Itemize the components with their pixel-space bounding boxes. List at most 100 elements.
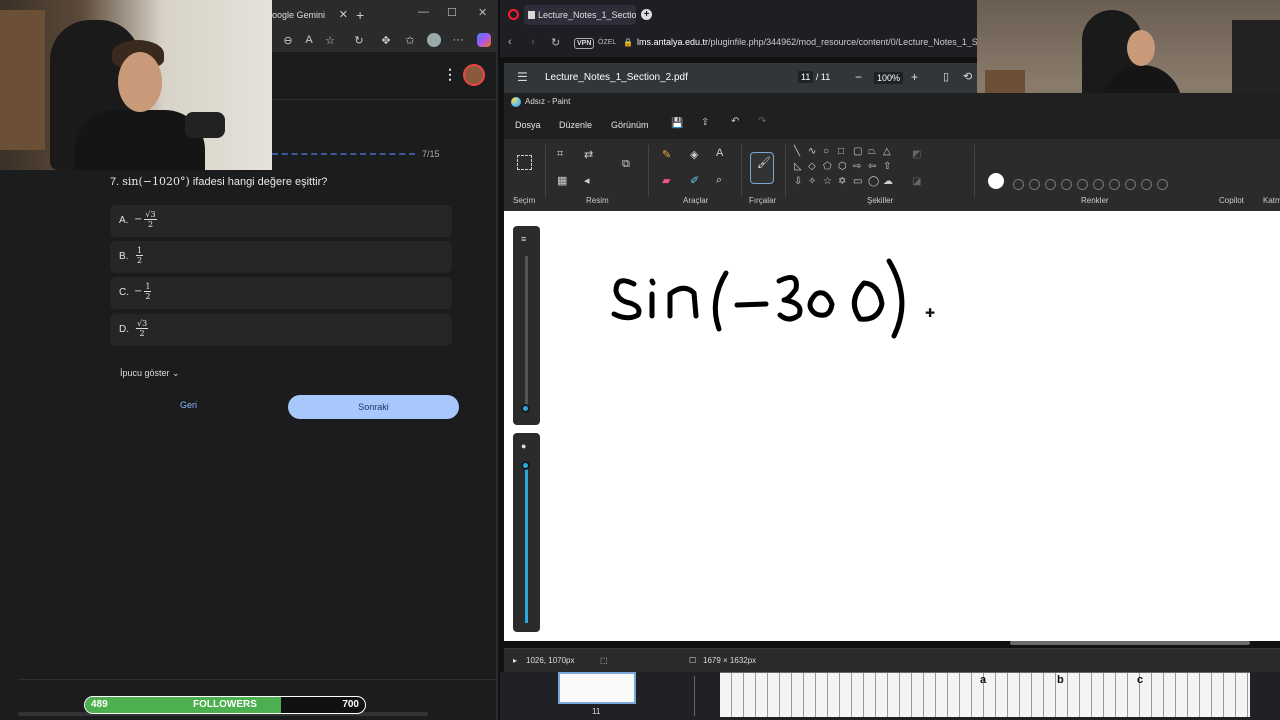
custom-color-slot[interactable]	[1013, 179, 1024, 190]
custom-color-slot[interactable]	[1157, 179, 1168, 190]
show-hint-button[interactable]: İpucu göster ⌄	[120, 368, 180, 379]
shape-down-arrow-icon[interactable]: ⇩	[794, 176, 802, 187]
brushes-button[interactable]: 🖌	[750, 152, 774, 184]
shape-triangle-icon[interactable]: △	[883, 146, 891, 157]
fill-icon[interactable]: ◪	[912, 176, 921, 187]
shape-diamond-icon[interactable]: ◇	[808, 161, 816, 172]
rotate-icon[interactable]: ⟲	[963, 70, 972, 83]
extensions-icon[interactable]: ✥	[378, 34, 394, 47]
custom-color-slot[interactable]	[1125, 179, 1136, 190]
paint-canvas[interactable]: ✚	[504, 211, 1280, 641]
shape-rectangle-icon[interactable]: □	[838, 146, 844, 157]
custom-color-slot[interactable]	[1029, 179, 1040, 190]
shape-line-icon[interactable]: ╲	[794, 146, 800, 157]
shape-right-triangle-icon[interactable]: ◺	[794, 161, 802, 172]
share-icon[interactable]: ⇪	[701, 117, 709, 128]
answer-option-a[interactable]: A. − √3 2	[110, 205, 452, 237]
minimize-icon[interactable]: —	[418, 6, 429, 18]
menu-view[interactable]: Görünüm	[611, 120, 649, 130]
custom-color-slot[interactable]	[1077, 179, 1088, 190]
shape-hexagon-icon[interactable]: ⬡	[838, 161, 847, 172]
profile-icon[interactable]	[427, 33, 441, 47]
new-tab-icon[interactable]: +	[356, 4, 364, 26]
maximize-icon[interactable]: ☐	[447, 6, 457, 19]
answer-option-b[interactable]: B. 1 2	[110, 241, 452, 273]
shape-star4-icon[interactable]: ✧	[808, 176, 816, 187]
more-icon[interactable]: ···	[450, 34, 466, 46]
answer-option-c[interactable]: C. − 1 2	[110, 277, 452, 309]
vpn-badge[interactable]: VPN	[574, 38, 595, 49]
shape-left-arrow-icon[interactable]: ⇦	[868, 161, 876, 172]
shape-star6-icon[interactable]: ✡	[838, 176, 846, 187]
undo-icon[interactable]: ↶	[731, 116, 739, 127]
shape-star5-icon[interactable]: ☆	[823, 176, 832, 187]
opacity-slider[interactable]: ●	[513, 433, 540, 632]
opera-logo-icon[interactable]	[508, 9, 519, 20]
pencil-icon[interactable]: ✎	[662, 148, 671, 161]
copilot-button[interactable]: Copilot	[1219, 196, 1244, 205]
close-tab-icon[interactable]: ✕	[339, 4, 348, 26]
fit-page-icon[interactable]: ▯	[943, 70, 949, 83]
menu-file[interactable]: Dosya	[515, 120, 541, 130]
brush-size-slider[interactable]: ≡	[513, 226, 540, 425]
resize-icon[interactable]: ⇄	[584, 148, 593, 161]
shape-oval-icon[interactable]: ○	[823, 146, 829, 157]
redo-icon[interactable]: ↷	[758, 116, 766, 127]
shape-polygon-icon[interactable]: ⏢	[868, 146, 876, 157]
shape-callout-oval-icon[interactable]: ◯	[868, 176, 879, 187]
back-arrow-icon[interactable]: ‹	[508, 36, 512, 48]
shape-cloud-icon[interactable]: ☁	[883, 176, 893, 187]
selection-tool-icon[interactable]	[517, 155, 532, 170]
reload-icon[interactable]: ↻	[551, 36, 560, 49]
zoom-icon[interactable]: ⊖	[280, 34, 296, 47]
close-window-icon[interactable]: ✕	[478, 6, 487, 19]
slider-knob[interactable]	[521, 461, 530, 470]
thumbnail-scrollbar[interactable]	[694, 676, 700, 716]
menu-edit[interactable]: Düzenle	[559, 120, 592, 130]
read-aloud-icon[interactable]: A	[301, 34, 317, 46]
shape-curve-icon[interactable]: ∿	[808, 146, 816, 157]
layers-button[interactable]: Katm	[1263, 196, 1280, 205]
selected-color-swatch[interactable]	[988, 173, 1004, 189]
lock-icon[interactable]: 🔒	[623, 38, 633, 47]
tab-lecture-notes[interactable]: Lecture_Notes_1_Section_	[524, 5, 636, 25]
tab-gemini[interactable]: oogle Gemini ✕	[272, 4, 352, 26]
crop-icon[interactable]: ⌗	[557, 148, 563, 161]
eraser-icon[interactable]: ▰	[662, 174, 670, 187]
forward-arrow-icon[interactable]: ›	[531, 36, 535, 48]
shape-callout-rect-icon[interactable]: ▭	[853, 176, 862, 187]
custom-color-slot[interactable]	[1061, 179, 1072, 190]
custom-color-slot[interactable]	[1045, 179, 1056, 190]
next-button[interactable]: Sonraki	[288, 395, 459, 419]
zoom-level[interactable]: 100%	[874, 72, 904, 84]
color-picker-icon[interactable]: ✐	[690, 174, 699, 187]
new-tab-icon[interactable]: +	[641, 9, 652, 20]
custom-color-slot[interactable]	[1141, 179, 1152, 190]
collections-icon[interactable]: ✩	[402, 34, 418, 47]
shape-right-arrow-icon[interactable]: ⇨	[853, 161, 861, 172]
zoom-out-icon[interactable]: −	[855, 70, 862, 84]
zoom-in-icon[interactable]: +	[911, 70, 918, 84]
select-all-icon[interactable]: ▦	[557, 174, 567, 187]
canvas-horizontal-scrollbar[interactable]	[1010, 641, 1250, 645]
favorite-star-icon[interactable]: ☆	[322, 34, 338, 47]
answer-option-d[interactable]: D. √3 2	[110, 314, 452, 346]
back-button[interactable]: Geri	[180, 400, 197, 410]
slider-knob[interactable]	[521, 404, 530, 413]
fill-bucket-icon[interactable]: ◈	[690, 148, 698, 161]
custom-color-slot[interactable]	[1109, 179, 1120, 190]
kebab-menu-icon[interactable]: ⋮	[443, 66, 457, 83]
shape-pentagon-icon[interactable]: ⬠	[823, 161, 832, 172]
text-tool-icon[interactable]: A	[716, 147, 723, 159]
copilot-icon[interactable]	[477, 33, 491, 47]
image-capture-icon[interactable]: ⧉	[622, 158, 630, 171]
avatar[interactable]	[463, 64, 485, 86]
url-field[interactable]: lms.antalya.edu.tr/pluginfile.php/344962…	[637, 37, 977, 47]
magnifier-icon[interactable]: ⌕	[716, 174, 722, 187]
outline-icon[interactable]: ◩	[912, 149, 921, 160]
refresh-icon[interactable]: ↻	[351, 34, 367, 47]
page-thumbnail[interactable]	[558, 672, 636, 704]
shape-up-arrow-icon[interactable]: ⇧	[883, 161, 891, 172]
hamburger-menu-icon[interactable]: ☰	[517, 70, 528, 84]
custom-color-slot[interactable]	[1093, 179, 1104, 190]
